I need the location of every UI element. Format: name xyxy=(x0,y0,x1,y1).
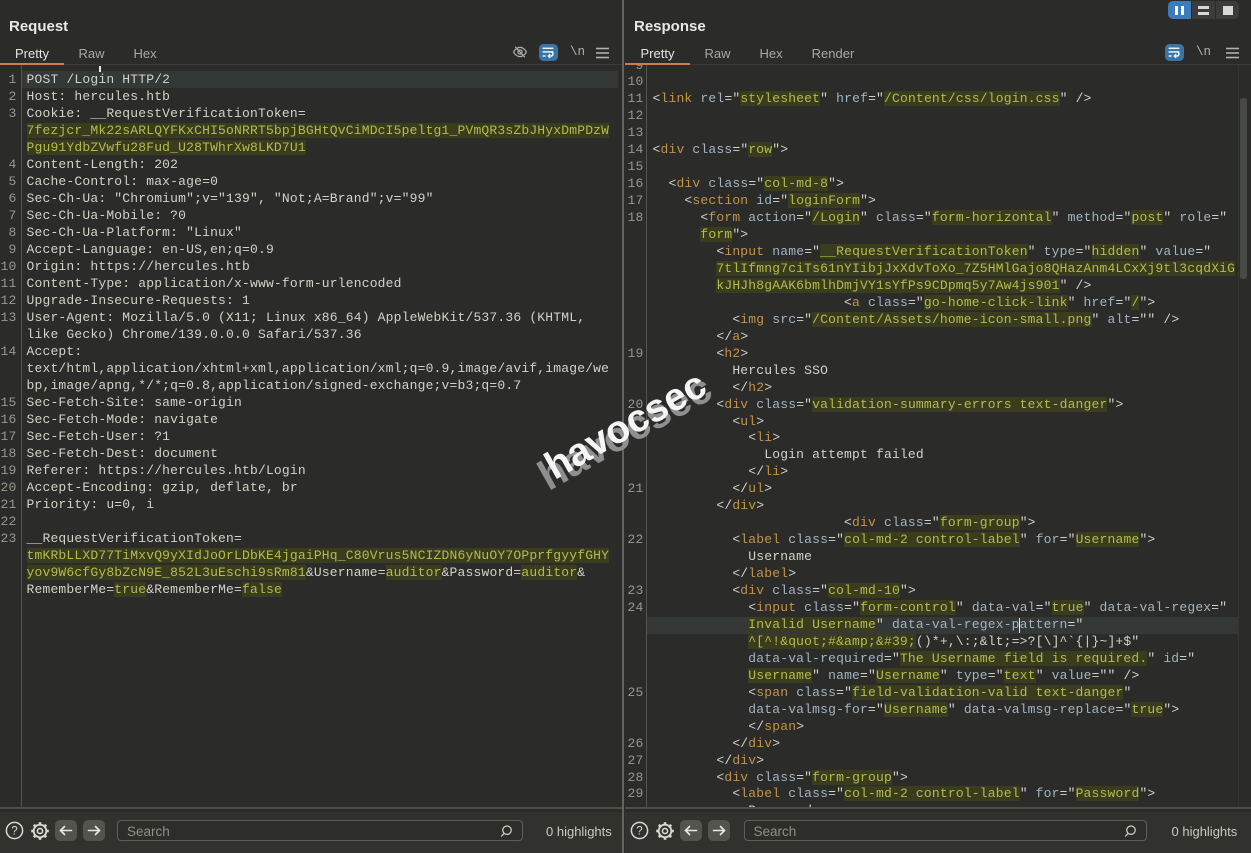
svg-text:?: ? xyxy=(636,825,642,837)
svg-text:?: ? xyxy=(11,825,17,837)
